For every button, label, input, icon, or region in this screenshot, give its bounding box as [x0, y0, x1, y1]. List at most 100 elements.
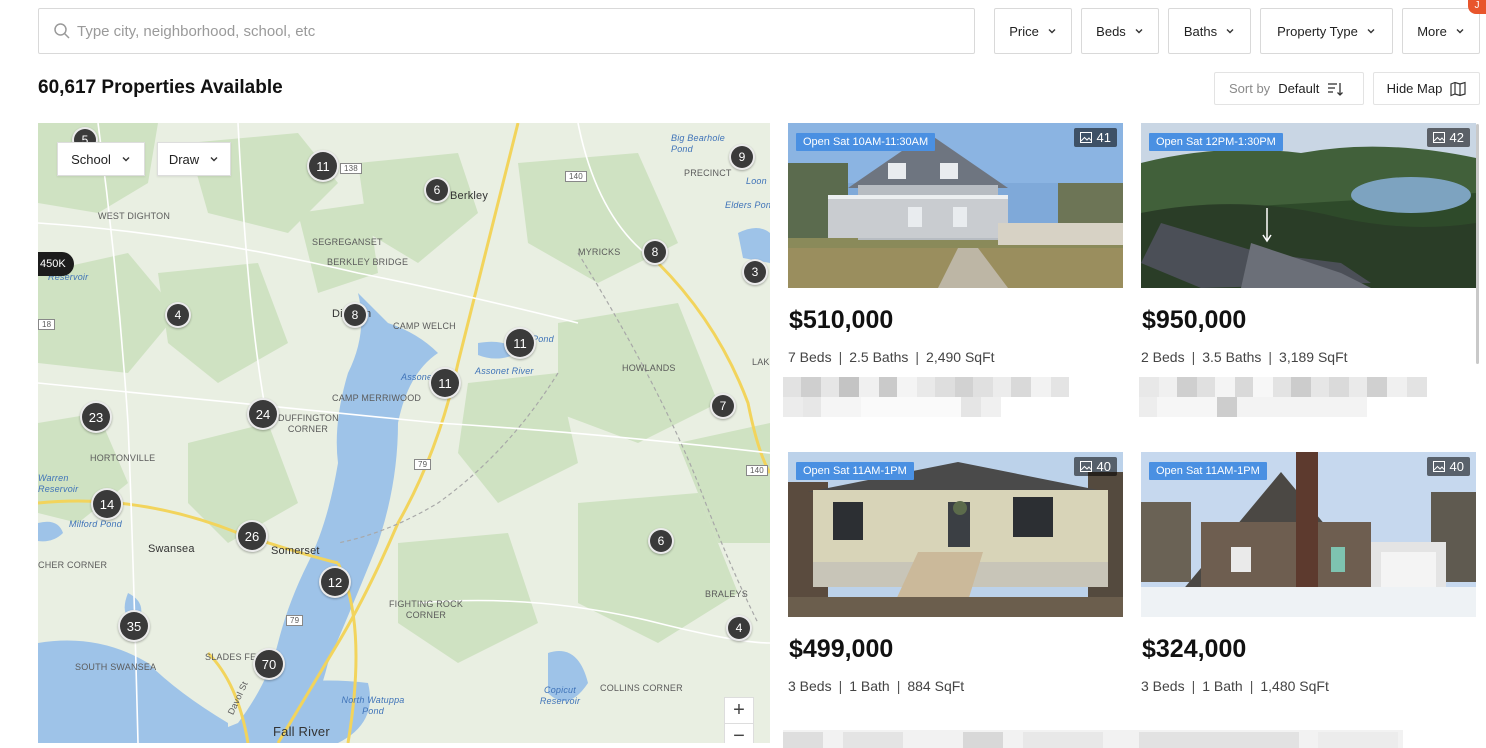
photo-count-badge[interactable]: 40 [1073, 457, 1117, 476]
map-label: CAMP MERRIWOOD [332, 393, 422, 403]
property-type-filter-button[interactable]: Property Type [1260, 8, 1393, 54]
map-cluster-marker[interactable]: 24 [247, 398, 279, 430]
map-label: Berkley [450, 190, 489, 202]
sort-label: Sort by [1229, 81, 1271, 96]
map-label: PRECINCT [684, 168, 732, 178]
chevron-down-icon [1135, 29, 1143, 34]
route-shield: 79 [286, 615, 304, 626]
square-feet: 884 SqFt [907, 678, 965, 694]
results-scrollbar[interactable] [1476, 124, 1479, 364]
beds-count: 3 Beds [788, 678, 832, 694]
open-house-badge: Open Sat 10AM-11:30AM [796, 133, 936, 151]
search-icon [54, 23, 70, 39]
listing-card[interactable]: Open Sat 12PM-1:30PM 42 $950,000 2 Beds |… [1139, 123, 1476, 417]
map-cluster-marker[interactable]: 11 [307, 150, 339, 182]
hide-map-button[interactable]: Hide Map [1373, 72, 1480, 105]
map-cluster-marker[interactable]: 26 [236, 520, 268, 552]
map-view[interactable]: WEST DIGHTON SEGREGANSET BERKLEY BRIDGE … [38, 123, 770, 743]
map-cluster-marker[interactable]: 70 [253, 648, 285, 680]
listing-photo[interactable]: Open Sat 11AM-1PM 40 [1141, 452, 1476, 617]
map-cluster-marker[interactable]: 12 [319, 566, 351, 598]
map-label: FIGHTING ROCK CORNER [388, 599, 464, 620]
listing-price[interactable]: $324,000 [1142, 635, 1476, 664]
chevron-down-icon [1367, 29, 1375, 34]
sort-value: Default [1278, 81, 1320, 96]
listing-card[interactable]: Open Sat 11AM-1PM 40 $499,000 3 Beds | 1 B… [788, 452, 1123, 694]
map-cluster-marker[interactable]: 3 [742, 259, 768, 285]
detail-separator: | [915, 349, 920, 365]
map-label: Fall River [273, 724, 330, 739]
photo-count: 41 [1096, 130, 1111, 145]
map-label: CHER CORNER [38, 560, 108, 570]
listing-details: 7 Beds | 2.5 Baths | 2,490 SqFt [788, 349, 1123, 365]
sort-dropdown[interactable]: Sort by Default [1214, 72, 1364, 105]
beds-count: 2 Beds [1141, 349, 1185, 365]
map-cluster-marker[interactable]: 6 [648, 528, 674, 554]
map-label: BERKLEY BRIDGE [327, 257, 409, 267]
map-label: CAMP WELCH [393, 321, 456, 331]
baths-count: 1 Bath [849, 678, 890, 694]
more-filter-button[interactable]: More [1402, 8, 1480, 54]
square-feet: 2,490 SqFt [926, 349, 995, 365]
search-input[interactable] [77, 22, 937, 40]
map-cluster-marker[interactable]: 4 [165, 302, 191, 328]
listing-photo[interactable]: Open Sat 12PM-1:30PM 42 [1141, 123, 1476, 288]
map-label: SLADES FE [205, 652, 257, 662]
image-icon [1079, 461, 1092, 472]
photo-count-badge[interactable]: 42 [1426, 128, 1470, 147]
open-house-badge: Open Sat 11AM-1PM [796, 462, 914, 480]
map-icon [1450, 81, 1466, 96]
map-cluster-marker[interactable]: 7 [710, 393, 736, 419]
user-avatar-badge[interactable]: J [1468, 0, 1486, 14]
listing-details: 2 Beds | 3.5 Baths | 3,189 SqFt [1141, 349, 1476, 365]
detail-separator: | [1191, 349, 1196, 365]
map-cluster-marker[interactable]: 23 [80, 401, 112, 433]
listing-card[interactable]: Open Sat 10AM-11:30AM 41 $510,000 7 Beds… [783, 123, 1123, 417]
baths-filter-button[interactable]: Baths [1168, 8, 1251, 54]
map-zoom-control: + − [724, 697, 754, 743]
map-cluster-marker[interactable]: 9 [729, 144, 755, 170]
school-map-button[interactable]: School [57, 142, 145, 176]
route-shield: 140 [565, 171, 587, 182]
photo-count-badge[interactable]: 40 [1426, 457, 1470, 476]
map-cluster-marker[interactable]: 4 [726, 615, 752, 641]
listing-price[interactable]: $950,000 [1142, 306, 1476, 335]
price-filter-button[interactable]: Price [994, 8, 1072, 54]
listing-card[interactable]: Open Sat 11AM-1PM 40 $324,000 3 Beds | 1 B… [1141, 452, 1476, 694]
map-cluster-marker[interactable]: 8 [642, 239, 668, 265]
photo-count-badge[interactable]: 41 [1073, 128, 1117, 147]
map-label: Somerset [271, 545, 320, 557]
beds-count: 3 Beds [1141, 678, 1185, 694]
search-box[interactable] [38, 8, 975, 54]
map-label: HORTONVILLE [90, 453, 156, 463]
open-house-badge: Open Sat 12PM-1:30PM [1149, 133, 1283, 151]
map-price-pin[interactable]: 450K [38, 252, 74, 276]
map-label: HOWLANDS [622, 363, 676, 373]
listing-price[interactable]: $499,000 [789, 635, 1123, 664]
chevron-down-icon [210, 157, 218, 162]
route-shield: 18 [38, 319, 56, 330]
map-cluster-marker[interactable]: 11 [504, 327, 536, 359]
map-cluster-marker[interactable]: 11 [429, 367, 461, 399]
photo-count: 40 [1449, 459, 1464, 474]
chevron-down-icon [122, 157, 130, 162]
draw-map-label: Draw [168, 151, 200, 167]
beds-filter-label: Beds [1096, 23, 1126, 39]
map-cluster-marker[interactable]: 35 [118, 610, 150, 642]
map-cluster-marker[interactable]: 14 [91, 488, 123, 520]
zoom-out-button[interactable]: − [725, 723, 753, 743]
school-map-label: School [71, 151, 111, 167]
listing-price[interactable]: $510,000 [789, 306, 1123, 335]
listing-photo[interactable]: Open Sat 10AM-11:30AM 41 [788, 123, 1123, 288]
map-cluster-marker[interactable]: 6 [424, 177, 450, 203]
property-type-filter-label: Property Type [1277, 23, 1358, 39]
beds-filter-button[interactable]: Beds [1081, 8, 1159, 54]
map-label: Elders Pond [725, 200, 770, 210]
map-label: MYRICKS [578, 247, 621, 257]
map-cluster-marker[interactable]: 8 [342, 302, 368, 328]
listing-photo[interactable]: Open Sat 11AM-1PM 40 [788, 452, 1123, 617]
beds-count: 7 Beds [788, 349, 832, 365]
map-label: Loon [746, 176, 767, 186]
draw-map-button[interactable]: Draw [157, 142, 231, 176]
zoom-in-button[interactable]: + [725, 698, 753, 723]
